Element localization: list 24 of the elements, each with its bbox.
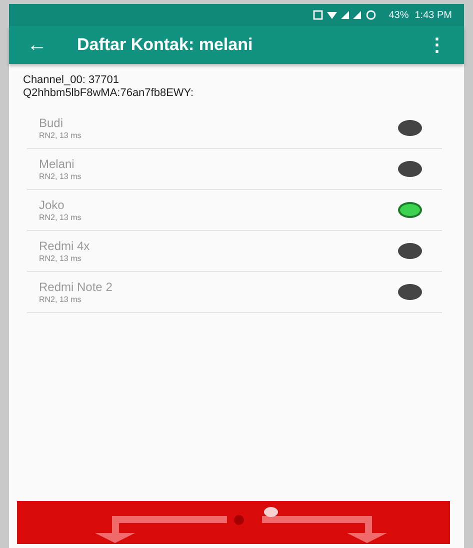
- contact-name: Melani: [39, 157, 74, 171]
- back-button[interactable]: ←: [19, 34, 55, 56]
- contact-item[interactable]: Budi RN2, 13 ms: [27, 108, 442, 149]
- battery-level: 43%: [388, 10, 409, 20]
- contact-name: Redmi 4x: [39, 239, 90, 253]
- contact-item[interactable]: Redmi Note 2 RN2, 13 ms: [27, 272, 442, 313]
- contact-item[interactable]: Melani RN2, 13 ms: [27, 149, 442, 190]
- contact-name: Joko: [39, 198, 64, 212]
- contact-detail: RN2, 13 ms: [39, 295, 82, 304]
- clock: 1:43 PM: [414, 10, 452, 20]
- menu-button[interactable]: ⋮: [420, 34, 454, 56]
- contact-detail: RN2, 13 ms: [39, 172, 82, 181]
- contact-item[interactable]: Redmi 4x RN2, 13 ms: [27, 231, 442, 272]
- channel-info: Q2hhbm5lbF8wMA:76an7fb8EWY:: [23, 87, 195, 100]
- contact-name: Redmi Note 2: [39, 280, 112, 294]
- contact-detail: RN2, 13 ms: [39, 131, 82, 140]
- contact-item[interactable]: Joko RN2, 13 ms: [27, 190, 442, 231]
- channel-info: Channel_00: 37701: [23, 74, 120, 87]
- screen-title: Daftar Kontak: melani: [77, 35, 254, 55]
- notification-icon: [313, 10, 322, 20]
- contact-detail: RN2, 13 ms: [39, 254, 82, 263]
- contact-detail: RN2, 13 ms: [39, 213, 82, 222]
- wifi-icon: [326, 12, 337, 19]
- contact-name: Budi: [39, 116, 64, 130]
